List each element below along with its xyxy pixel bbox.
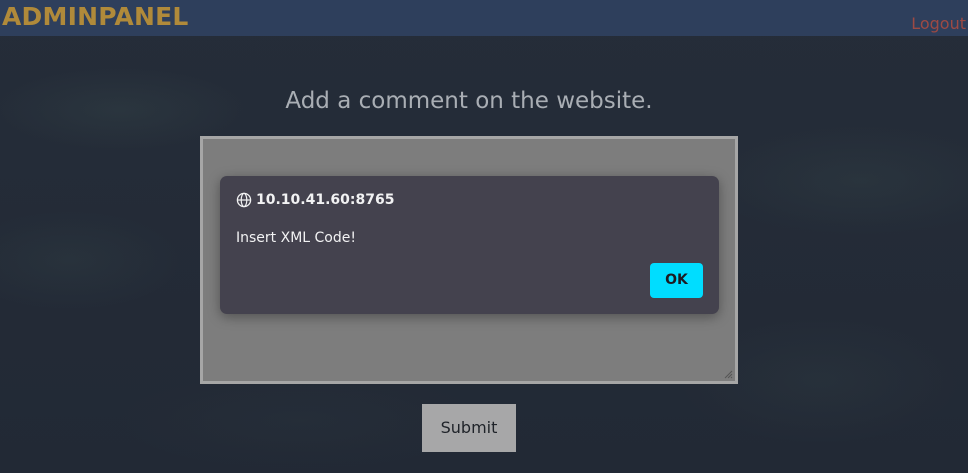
resize-handle-icon[interactable] (724, 370, 733, 379)
ok-button[interactable]: OK (650, 263, 703, 298)
navbar: ADMINPANEL Logout (0, 0, 968, 36)
submit-button[interactable]: Submit (422, 404, 516, 452)
alert-origin: 10.10.41.60:8765 (236, 190, 394, 210)
alert-message: Insert XML Code! (236, 230, 356, 246)
alert-dialog: 10.10.41.60:8765 Insert XML Code! OK (220, 176, 719, 314)
alert-origin-host: 10.10.41.60:8765 (256, 192, 395, 208)
brand-logo: ADMINPANEL (2, 2, 189, 31)
globe-icon (236, 192, 252, 208)
page-title: Add a comment on the website. (285, 88, 653, 114)
logout-link[interactable]: Logout (911, 12, 966, 36)
